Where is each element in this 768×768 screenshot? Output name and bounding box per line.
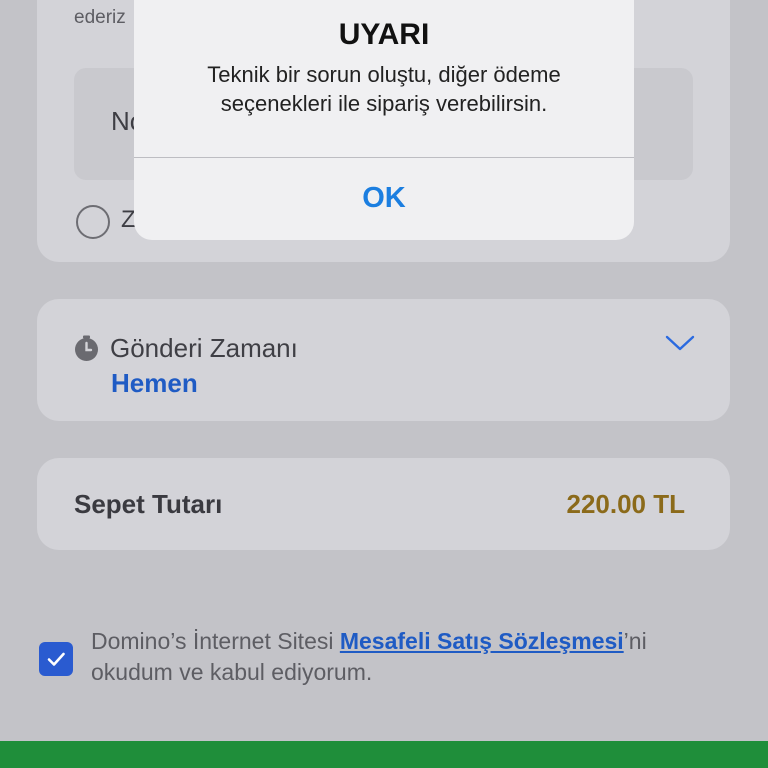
alert-ok-button[interactable]: OK (134, 158, 634, 240)
agreement-checkbox[interactable] (39, 642, 73, 676)
card-subtext: ederiz (74, 7, 126, 28)
alert-title: UYARI (338, 18, 430, 51)
cart-total-label: Sepet Tutarı (74, 489, 223, 519)
agreement-link[interactable]: Mesafeli Satış Sözleşmesi (340, 628, 624, 654)
delivery-time-card[interactable]: Gönderi Zamanı Hemen (37, 299, 730, 421)
alert-message: Teknik bir sorun oluştu, diğer ödeme seç… (207, 62, 561, 116)
chevron-down-icon[interactable] (665, 333, 695, 353)
clock-icon (75, 335, 98, 361)
cart-total-amount: 220.00 TL (566, 489, 685, 519)
alert-ok-label: OK (362, 182, 406, 214)
delivery-time-label: Gönderi Zamanı (110, 333, 298, 363)
option-checkbox[interactable] (76, 205, 110, 239)
alert-dialog: UYARI Teknik bir sorun oluştu, diğer öde… (134, 0, 634, 240)
agreement-text: Domino’s İnternet Sitesi Mesafeli Satış … (91, 626, 731, 688)
bottom-action-bar[interactable] (0, 741, 768, 768)
agreement-text-before: Domino’s İnternet Sitesi (91, 628, 340, 654)
checkmark-icon (47, 652, 65, 666)
cart-total-card: Sepet Tutarı 220.00 TL (37, 458, 730, 550)
delivery-time-value: Hemen (111, 368, 198, 398)
